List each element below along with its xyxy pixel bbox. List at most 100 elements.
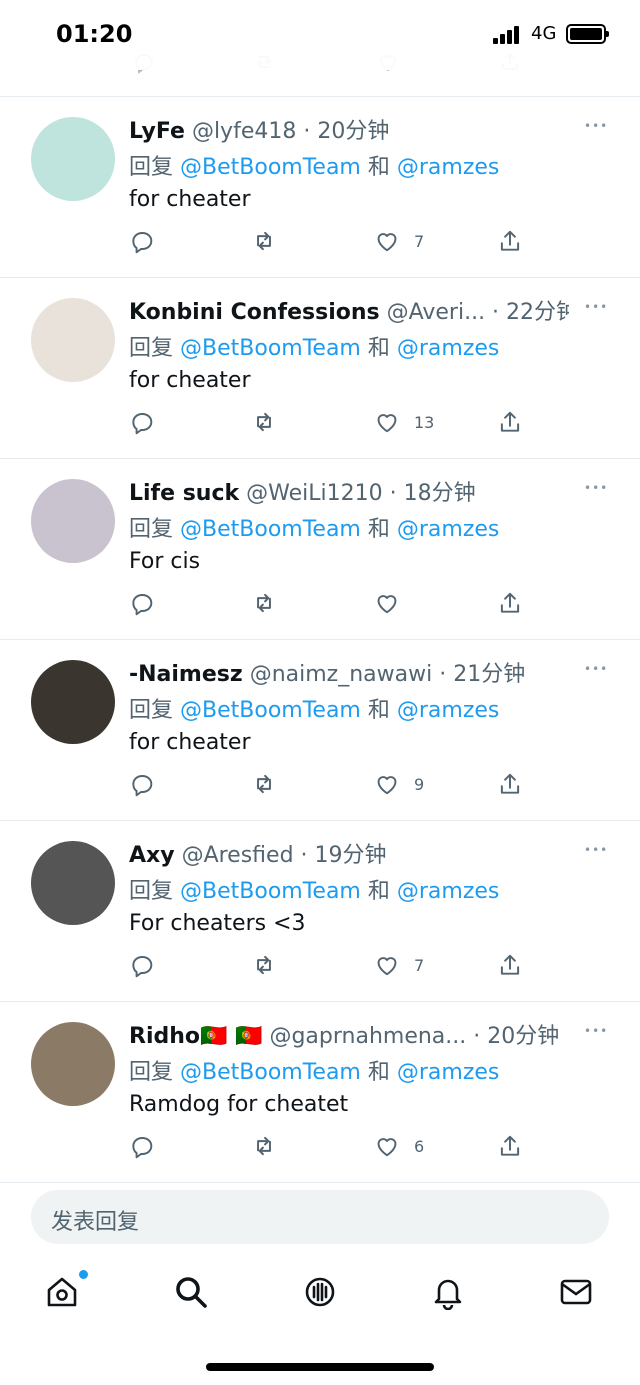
tweet-time: 19分钟 [314,843,387,868]
replying-prefix: 回复 [129,336,174,361]
reply-button[interactable] [129,1132,155,1160]
like-button[interactable]: 9 [374,770,424,798]
tweet-header: Axy @Aresfied · 19分钟 [129,837,387,869]
tweet-actions [129,589,549,619]
tweet-actions: 9 [129,770,549,800]
spaces-icon [305,1277,335,1307]
more-options-icon[interactable]: ••• [584,843,608,857]
reply-button[interactable] [129,227,155,255]
tweet-actions: 7 [129,951,549,981]
like-count: 7 [414,955,425,975]
like-icon [377,595,397,614]
status-bar: 01:20 4G [0,0,640,70]
more-options-icon[interactable]: ••• [584,481,608,495]
like-button[interactable]: 7 [374,227,424,255]
tweet-text: For cheaters <3 [129,911,306,936]
replying-prefix: 回复 [129,879,174,904]
mention-link[interactable]: @BetBoomTeam [180,155,361,180]
mention-link[interactable]: @ramzes [397,517,500,542]
cat-avatar[interactable] [31,1022,115,1106]
mention-link[interactable]: @ramzes [397,1060,500,1085]
retweet-button[interactable] [251,770,277,798]
share-button[interactable] [497,951,523,979]
conjunction: 和 [367,517,390,542]
tab-messages[interactable] [558,1274,598,1314]
like-icon [377,233,397,252]
share-button[interactable] [497,770,523,798]
reply-tweet[interactable]: Konbini Confessions @Averi... · 22分钟 回复 @… [0,278,640,459]
share-icon [500,411,520,432]
replying-prefix: 回复 [129,698,174,723]
tweet-text: for cheater [129,187,251,212]
reply-button[interactable] [129,770,155,798]
replying-to: 回复 @BetBoomTeam 和 @ramzes [129,1054,499,1086]
reply-button[interactable] [129,951,155,979]
bottom-tab-bar [0,1262,640,1332]
like-button[interactable]: 13 [374,408,434,436]
tab-search[interactable] [173,1274,213,1314]
mention-link[interactable]: @ramzes [397,155,500,180]
retweet-button[interactable] [251,589,277,617]
more-options-icon[interactable]: ••• [584,119,608,133]
compose-reply-input[interactable]: 发表回复 [31,1190,609,1244]
replying-to: 回复 @BetBoomTeam 和 @ramzes [129,330,499,362]
tab-notifications[interactable] [430,1274,470,1314]
reply-button[interactable] [129,408,155,436]
compose-placeholder: 发表回复 [51,1210,140,1235]
mention-link[interactable]: @ramzes [397,336,500,361]
author-handle: @lyfe418 [191,119,297,144]
author-name: Life suck [129,481,240,506]
helmet-avatar[interactable] [31,841,115,925]
more-options-icon[interactable]: ••• [584,300,608,314]
reply-tweet[interactable]: -Naimesz @naimz_nawawi · 21分钟 回复 @BetBoom… [0,640,640,821]
mention-link[interactable]: @ramzes [397,698,500,723]
share-button[interactable] [497,408,523,436]
mention-link[interactable]: @BetBoomTeam [180,698,361,723]
time-separator: · [485,300,507,325]
like-count: 7 [414,231,425,251]
like-icon [377,776,397,795]
reply-button[interactable] [129,589,155,617]
dog-avatar[interactable] [31,298,115,382]
mention-link[interactable]: @BetBoomTeam [180,1060,361,1085]
retweet-button[interactable] [251,408,277,436]
group-photo-avatar[interactable] [31,660,115,744]
mention-link[interactable]: @BetBoomTeam [180,336,361,361]
share-button[interactable] [497,589,523,617]
share-icon [500,954,520,975]
retweet-button[interactable] [251,227,277,255]
reply-icon [132,232,153,254]
author-handle: @WeiLi1210 [246,481,383,506]
mention-link[interactable]: @BetBoomTeam [180,517,361,542]
share-button[interactable] [497,1132,523,1160]
network-type: 4G [531,23,557,44]
reply-tweet[interactable]: Life suck @WeiLi1210 · 18分钟 回复 @BetBoomTe… [0,459,640,640]
more-options-icon[interactable]: ••• [584,662,608,676]
retweet-icon [257,955,271,975]
replying-to: 回复 @BetBoomTeam 和 @ramzes [129,511,499,543]
tweet-header: LyFe @lyfe418 · 20分钟 [129,113,389,145]
replying-to: 回复 @BetBoomTeam 和 @ramzes [129,873,499,905]
like-button[interactable]: 7 [374,951,424,979]
robot-avatar[interactable] [31,117,115,201]
like-button[interactable]: 6 [374,1132,424,1160]
retweet-icon [257,412,271,432]
like-button[interactable] [374,589,414,617]
tab-home[interactable] [44,1270,88,1314]
time-separator: · [296,119,318,144]
retweet-button[interactable] [251,1132,277,1160]
reply-tweet[interactable]: LyFe @lyfe418 · 20分钟 回复 @BetBoomTeam 和 @r… [0,97,640,278]
mention-link[interactable]: @BetBoomTeam [180,879,361,904]
mention-link[interactable]: @ramzes [397,879,500,904]
conjunction: 和 [367,155,390,180]
bugs-bunny-avatar[interactable] [31,479,115,563]
reply-tweet[interactable]: Ridho🇵🇹 🇵🇹 @gaprnahmena... · 20分钟 回复 @Bet… [0,1002,640,1183]
search-icon [176,1277,207,1308]
retweet-button[interactable] [251,951,277,979]
reply-tweet[interactable]: Axy @Aresfied · 19分钟回复 @BetBoomTeam 和 @r… [0,821,640,1002]
reply-icon [132,594,153,616]
share-button[interactable] [497,227,523,255]
tab-spaces[interactable] [302,1274,342,1314]
more-options-icon[interactable]: ••• [584,1024,608,1038]
conjunction: 和 [367,879,390,904]
